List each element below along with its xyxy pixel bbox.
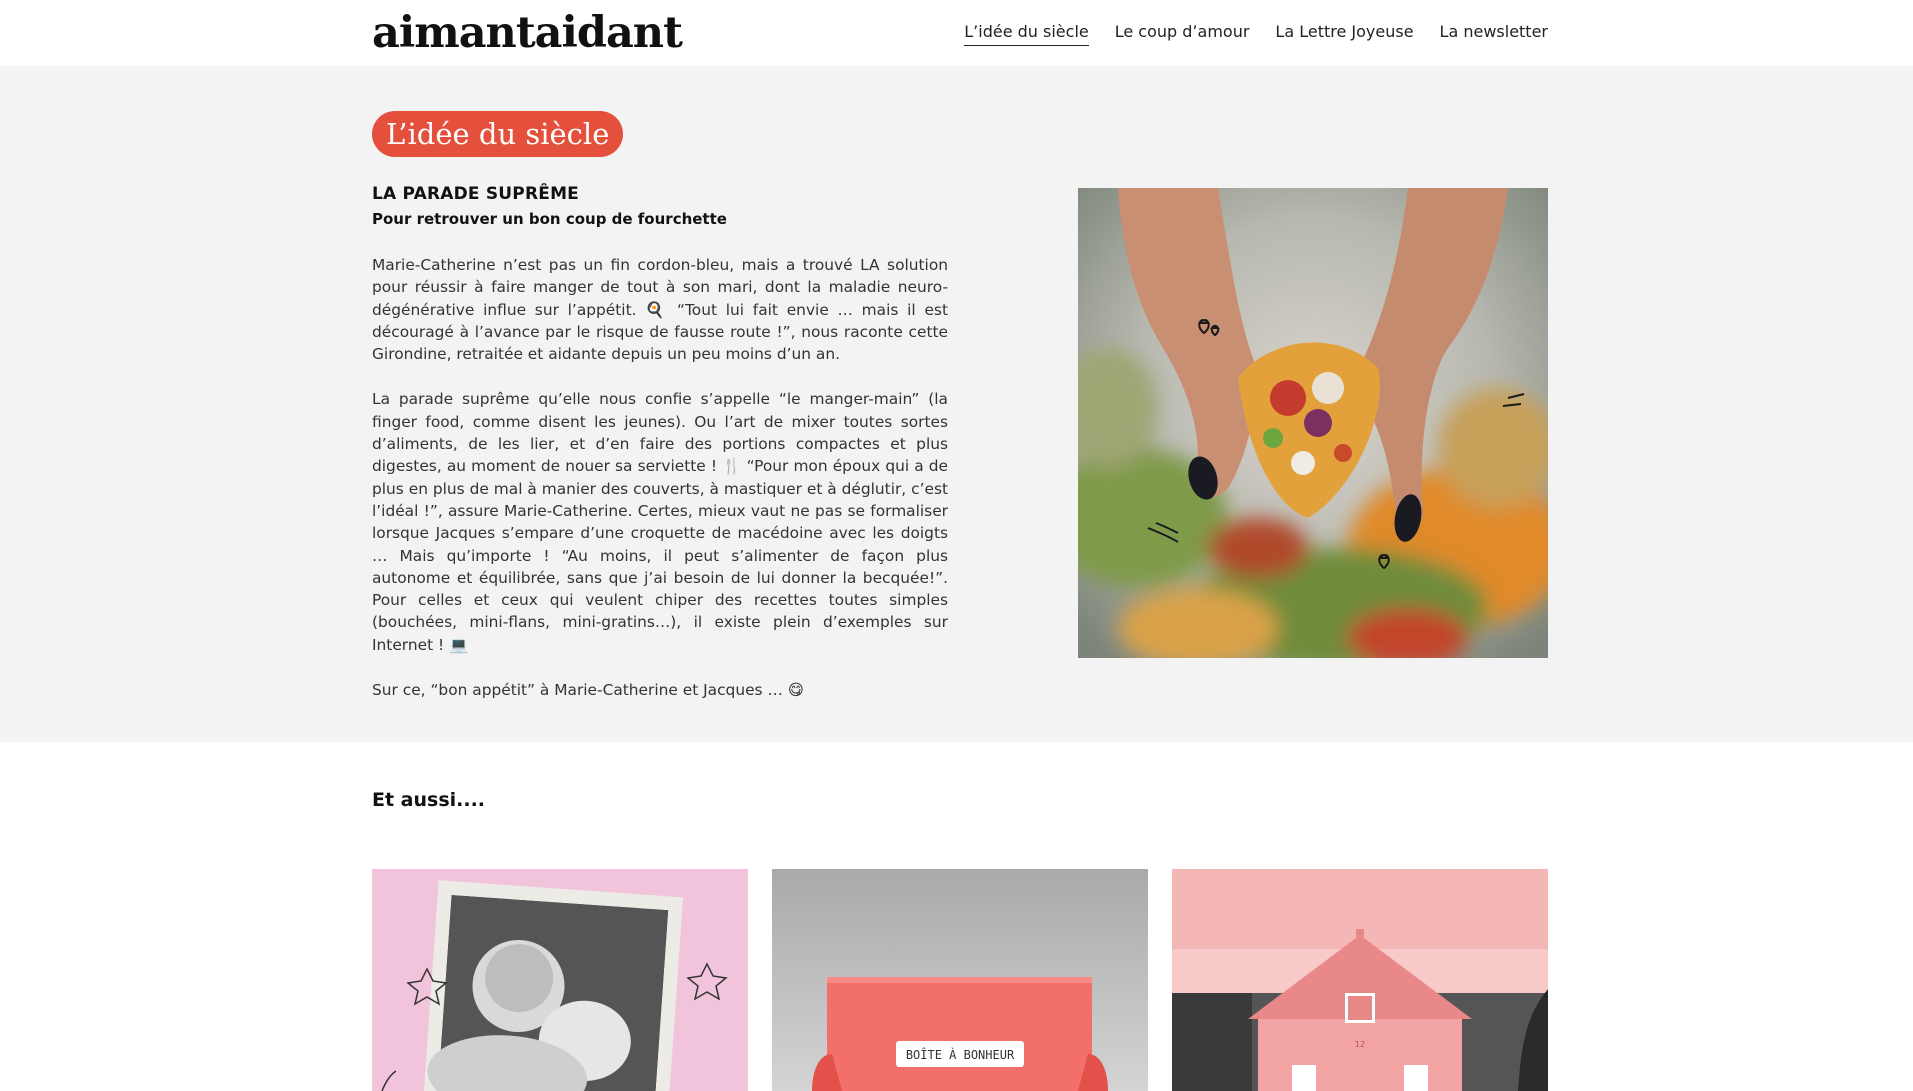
house-sign: 12	[1355, 1040, 1365, 1049]
hero-section: L’idée du siècle LA PARADE SUPRÊME Pour …	[0, 66, 1913, 742]
section-badge: L’idée du siècle	[372, 111, 624, 157]
main-nav: L’idée du siècle Le coup d’amour La Lett…	[964, 22, 1548, 46]
related-card[interactable]	[372, 869, 748, 1091]
related-card[interactable]: BOÎTE À BONHEUR	[772, 869, 1148, 1091]
related-card[interactable]: 12	[1172, 869, 1548, 1091]
elderly-woman-with-dog-icon	[372, 869, 748, 1091]
article-subtitle: Pour retrouver un bon coup de fourchette	[372, 210, 727, 228]
nav-item-newsletter[interactable]: La newsletter	[1440, 22, 1548, 46]
finger-food-photo	[1078, 188, 1548, 658]
nav-item-idee-du-siecle[interactable]: L’idée du siècle	[964, 22, 1089, 46]
article-kicker: LA PARADE SUPRÊME	[372, 184, 579, 204]
more-section-title: Et aussi....	[372, 789, 486, 811]
box-of-happiness-icon: BOÎTE À BONHEUR	[772, 869, 1148, 1091]
article-paragraph: La parade suprême qu’elle nous confie s’…	[372, 390, 948, 654]
nav-item-coup-d-amour[interactable]: Le coup d’amour	[1115, 22, 1250, 46]
nav-item-lettre-joyeuse[interactable]: La Lettre Joyeuse	[1275, 22, 1413, 46]
article: LA PARADE SUPRÊME Pour retrouver un bon …	[372, 184, 948, 701]
article-paragraph: Marie-Catherine n’est pas un fin cordon-…	[372, 256, 948, 364]
site-logo[interactable]: aimantaidant	[372, 8, 683, 58]
article-paragraph: Sur ce, “bon appétit” à Marie-Catherine …	[372, 681, 804, 700]
box-label: BOÎTE À BONHEUR	[906, 1047, 1015, 1062]
site-header: aimantaidant L’idée du siècle Le coup d’…	[0, 0, 1913, 66]
pink-house-icon: 12	[1172, 869, 1548, 1091]
